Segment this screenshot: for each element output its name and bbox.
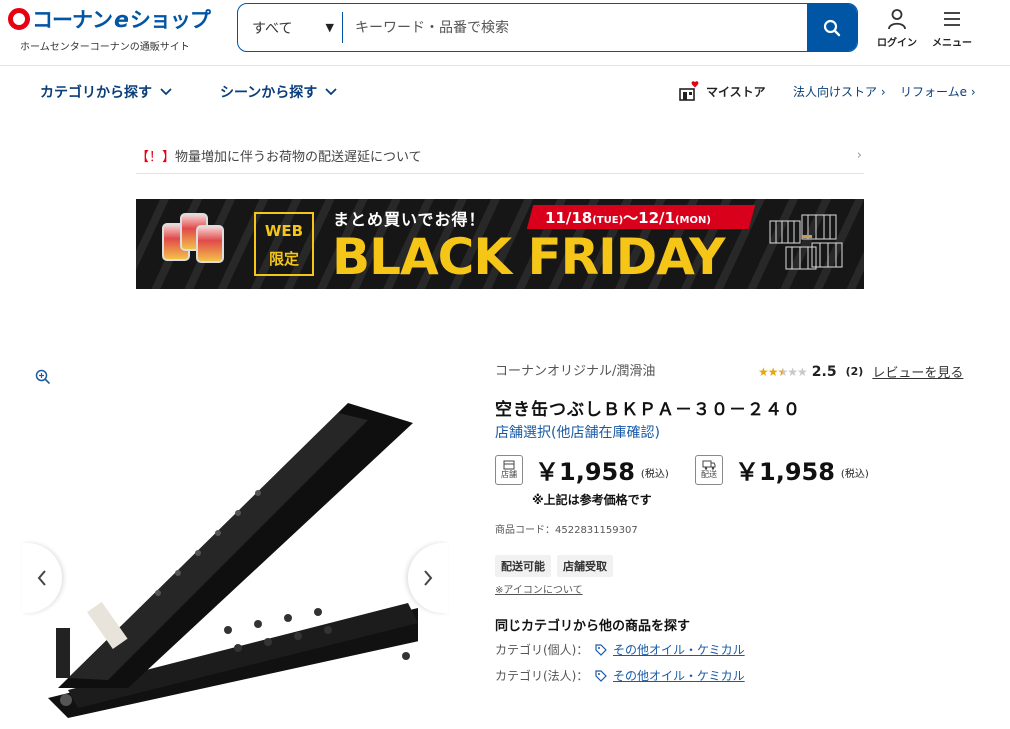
logo-ring-icon (8, 8, 30, 30)
store-price-tax: (税込) (640, 469, 669, 480)
product-code: 商品コード：4522831159307 (495, 525, 638, 536)
logo-main: コーナンeショップ (8, 6, 228, 33)
product-image (48, 403, 418, 718)
store-price-badge: 店舗 (495, 454, 523, 485)
rating-stars-icon: ★★★★★ (758, 364, 808, 379)
store-select-link[interactable]: 店舗選択(他店舗在庫確認) (495, 422, 660, 442)
reform-link[interactable]: リフォームe › (900, 83, 976, 100)
tag-delivery: 配送可能 (495, 555, 551, 577)
nav-scene[interactable]: シーンから探す (220, 82, 337, 102)
store-heart-icon (679, 81, 699, 101)
menu-button[interactable]: メニュー (927, 8, 977, 49)
product-rating: ★★★★★ 2.5 (2) レビューを見る (758, 362, 963, 382)
site-logo[interactable]: コーナンeショップ ホームセンターコーナンの通販サイト (8, 6, 228, 56)
black-friday-banner[interactable]: WEB 限定 まとめ買いでお得！ 11/18(TUE)～12/1(MON) BL… (136, 199, 864, 289)
banner-headline: BLACK FRIDAY (332, 228, 725, 286)
store-price: 店舗 ￥1,958 (税込) (495, 452, 669, 487)
corporate-store-link[interactable]: 法人向けストア › (793, 83, 886, 100)
chevron-down-icon (160, 88, 172, 96)
ship-price: 配送 ￥1,958 (税込) (695, 452, 869, 487)
logo-text: コーナンeショップ (32, 8, 211, 33)
product-brand: コーナンオリジナル/潤滑油 (495, 364, 656, 379)
search-icon (823, 19, 841, 36)
review-count: (2) (845, 365, 864, 378)
icon-about-link[interactable]: ※アイコンについて (495, 581, 583, 596)
main-nav: カテゴリから探す シーンから探す マイストア 法人向けストア › リフォームe … (0, 67, 1010, 117)
store-icon (503, 460, 515, 469)
category-link-personal[interactable]: その他オイル・ケミカル (613, 641, 745, 658)
search-category-select[interactable]: すべて ▼ (238, 12, 343, 43)
banner-tagline: まとめ買いでお得！ (333, 210, 486, 229)
ship-price-badge: 配送 (695, 454, 723, 485)
review-link[interactable]: レビューを見る (872, 362, 963, 381)
chevron-right-icon: › (856, 148, 862, 163)
category-row-personal: カテゴリ(個人)： その他オイル・ケミカル (495, 641, 745, 658)
price-note: ※上記は参考価格です (532, 493, 652, 507)
ship-price-tax: (税込) (840, 469, 869, 480)
search-bar: すべて ▼ (237, 3, 858, 52)
tag-icon (595, 669, 607, 682)
category-link-corporate[interactable]: その他オイル・ケミカル (613, 667, 745, 684)
notice-mark: 【！】 (136, 150, 176, 165)
category-row-corporate: カテゴリ(法人)： その他オイル・ケミカル (495, 667, 745, 684)
store-price-value: ￥1,958 (535, 458, 635, 486)
caret-down-icon: ▼ (325, 21, 334, 34)
candy-jars-image (158, 207, 226, 271)
chevron-right-icon (424, 570, 433, 586)
tag-icon (595, 643, 607, 656)
zoom-icon[interactable] (35, 369, 51, 385)
mystore-link[interactable]: マイストア (678, 80, 766, 102)
tag-store-pickup: 店舗受取 (557, 555, 613, 577)
user-icon (888, 9, 906, 30)
delivery-notice[interactable]: 【！】物量増加に伴うお荷物の配送遅延について › (136, 138, 864, 174)
banner-dates: 11/18(TUE)～12/1(MON) (545, 209, 711, 227)
login-button[interactable]: ログイン (872, 8, 922, 49)
chevron-down-icon (325, 88, 337, 96)
chevron-left-icon (37, 570, 46, 586)
rating-score: 2.5 (811, 363, 837, 380)
search-button[interactable] (807, 4, 857, 51)
ship-price-value: ￥1,958 (735, 458, 835, 486)
wire-baskets-image (769, 214, 843, 270)
hamburger-icon (944, 12, 960, 26)
related-title: 同じカテゴリから他の商品を探す (495, 619, 691, 634)
product-title: 空き缶つぶしＢＫＰＡ－３０－２４０ (495, 400, 801, 420)
search-input[interactable] (343, 4, 807, 51)
truck-icon (702, 460, 716, 470)
web-only-badge: WEB 限定 (254, 212, 314, 276)
site-header: コーナンeショップ ホームセンターコーナンの通販サイト すべて ▼ ログイン メ… (0, 0, 1010, 66)
notice-text: 物量増加に伴うお荷物の配送遅延について (175, 150, 422, 165)
logo-subtitle: ホームセンターコーナンの通販サイト (20, 42, 190, 53)
nav-category[interactable]: カテゴリから探す (40, 82, 172, 102)
delivery-tags: 配送可能 店舗受取 (495, 555, 613, 577)
